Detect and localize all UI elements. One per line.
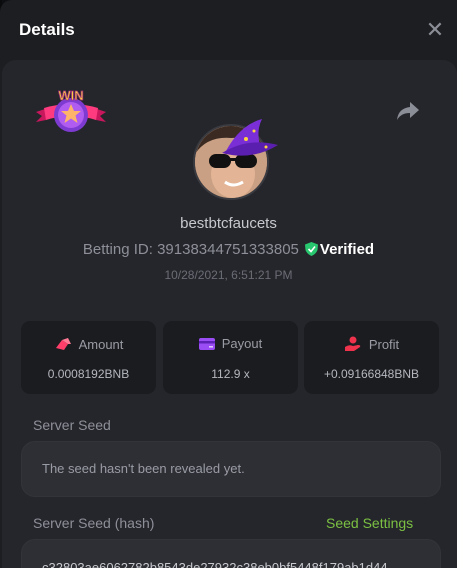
amount-value: 0.0008192BNB <box>47 367 130 381</box>
username[interactable]: bestbtcfaucets <box>0 215 457 232</box>
win-badge-text: WIN <box>58 88 83 103</box>
amount-icon <box>55 338 71 350</box>
card-icon <box>198 338 215 350</box>
bet-timestamp: 10/28/2021, 6:51:21 PM <box>164 268 293 282</box>
betting-id-row: Betting ID: 39138344751333805 Verified <box>0 241 457 258</box>
witch-hat-icon <box>222 119 278 156</box>
seed-settings-link[interactable]: Seed Settings <box>326 515 413 531</box>
profit-value: +0.09166848BNB <box>323 367 420 381</box>
verified-shield-icon <box>304 242 318 256</box>
server-seed-hash-box[interactable]: c32803ae6062782b8543de27932c38eb0bf5448f… <box>21 539 441 568</box>
server-seed-hash-label: Server Seed (hash) <box>33 515 155 531</box>
betting-id: Betting ID: 39138344751333805 <box>82 241 299 258</box>
server-seed-label: Server Seed <box>33 417 111 433</box>
close-icon[interactable]: ✕ <box>425 19 445 41</box>
payout-card: Payout 112.9 x <box>163 321 298 394</box>
win-badge-icon: WIN <box>36 88 106 132</box>
profit-hand-icon <box>344 336 361 351</box>
amount-label: Amount <box>78 337 124 352</box>
profit-card: Profit +0.09166848BNB <box>304 321 439 394</box>
details-modal: Details ✕ WIN bestbtcfaucets Betting ID:… <box>0 0 457 568</box>
server-seed-value: The seed hasn't been revealed yet. <box>42 461 245 476</box>
server-seed-box: The seed hasn't been revealed yet. <box>21 441 441 497</box>
profit-label: Profit <box>368 337 400 352</box>
share-icon[interactable] <box>396 100 420 122</box>
payout-label: Payout <box>221 336 263 351</box>
modal-title: Details <box>19 20 75 39</box>
server-seed-hash-value: c32803ae6062782b8543de27932c38eb0bf5448f… <box>42 560 388 568</box>
verified-label: Verified <box>319 241 375 258</box>
amount-card: Amount 0.0008192BNB <box>21 321 156 394</box>
payout-value: 112.9 x <box>211 367 250 381</box>
